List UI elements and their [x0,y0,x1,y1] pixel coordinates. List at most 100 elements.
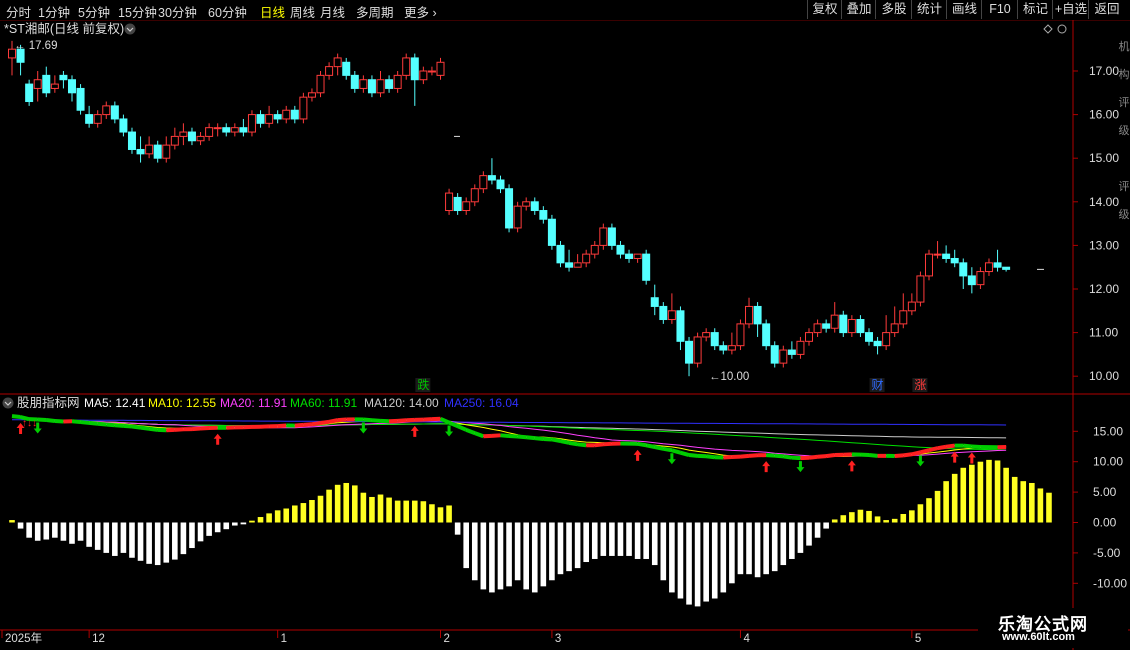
period-tab-5[interactable]: 60分钟 [208,2,247,21]
toolbar-button-4[interactable]: 画线 [946,0,982,19]
candle-body [942,253,951,259]
trend-segment [551,437,561,443]
histogram-bar [334,484,341,523]
histogram-bar [926,498,932,523]
histogram-bar [189,522,195,549]
toolbar-button-3[interactable]: 统计 [911,0,947,19]
candle-body [196,135,205,142]
trend-segment [534,436,544,441]
toolbar-button-2[interactable]: 多股 [875,0,912,19]
candle-body [325,66,334,76]
candle-body [213,127,222,130]
candle-body [50,83,59,89]
histogram-bar [934,490,941,523]
candle-body [882,332,891,347]
period-tab-7[interactable]: 周线 [290,2,315,21]
ma-legend-undefined: MA20: 11.91 [220,396,287,410]
histogram-bar [34,522,41,541]
candle-body [342,61,351,76]
candle-body [230,127,239,133]
trend-segment [46,418,56,423]
histogram-bar [771,522,778,572]
candle-body [419,70,428,81]
sub-y-tick-label: 5.00 [1093,485,1117,499]
candle-body [179,131,188,137]
y-tick-label: 14.00 [1089,195,1119,209]
histogram-bar [951,473,958,523]
histogram-bar [1037,488,1044,523]
histogram-bar [943,481,949,523]
candle-body [479,175,488,190]
histogram-bar [326,489,332,523]
toolbar-button-0[interactable]: 复权 [807,0,842,19]
date-label: 2 [444,633,450,645]
candle-body [282,109,291,120]
histogram-bar [454,522,461,535]
period-tab-10[interactable]: 更多 › [404,2,437,21]
candles [8,40,1011,377]
candle-body [25,83,34,103]
period-tab-4[interactable]: 30分钟 [158,2,197,21]
period-tab-0[interactable]: 分时 [6,2,31,21]
toolbar-button-8[interactable]: 返回 [1088,0,1125,19]
ma-legend-undefined: MA5: 12.41 [84,396,146,410]
period-tab-6[interactable]: 日线 [260,2,285,21]
histogram-bar [703,522,709,602]
candle-body [727,345,736,351]
trend-segment [397,418,407,423]
event-label: 跌 [417,377,429,392]
y-tick-label: 10.00 [1089,369,1119,383]
candle-body [565,262,574,268]
histogram-bar [17,522,24,529]
histogram-bar [1029,482,1035,523]
histogram-bar [300,503,307,523]
event-label: 涨 [914,377,926,392]
trend-segment [919,448,930,455]
histogram-bar [129,522,135,558]
trend-segment [903,452,913,458]
histogram-bar [849,512,855,523]
toolbar-button-5[interactable]: F10 [981,0,1018,19]
histogram-bar [52,522,58,538]
histogram-bar [789,522,795,559]
circle-icon [1057,24,1067,34]
ma-legend-undefined: MA10: 12.55 [148,396,216,410]
date-label: 5 [915,633,921,645]
period-tab-1[interactable]: 1分钟 [38,2,70,21]
candle-body [599,227,608,246]
sub-y-tick-label: 15.00 [1093,424,1123,438]
trend-segment [148,426,158,432]
trend-segment [568,440,578,447]
buy-arrow-icon [967,452,976,464]
candle-body [607,227,616,246]
date-label: 4 [743,633,750,645]
candle-body [650,297,659,307]
period-tab-3[interactable]: 15分钟 [118,2,157,21]
trend-segment [88,420,98,426]
histogram-bar [386,497,392,523]
candle-body [933,253,942,256]
period-tab-9[interactable]: 多周期 [356,2,394,21]
period-tab-2[interactable]: 5分钟 [78,2,110,21]
trend-segment [945,443,955,449]
histogram-bar [669,522,675,593]
period-tab-8[interactable]: 月线 [320,2,345,21]
indicator-dropdown-icon [2,397,14,409]
candle-body [805,332,814,342]
y-tick-label: 17.00 [1089,64,1119,78]
histogram [9,459,1052,607]
histogram-bar [446,505,452,523]
toolbar-button-6[interactable]: 标记 [1017,0,1053,19]
trend-segment [71,419,81,425]
trend-segment [774,453,784,459]
candle-body [102,105,111,116]
candle-body [470,188,479,203]
candle-body [205,127,214,137]
toolbar-button-7[interactable]: +自选 [1052,0,1089,19]
toolbar-button-1[interactable]: 叠加 [841,0,876,19]
histogram-bar [352,485,358,523]
sub-y-tick-label: -5.00 [1093,546,1121,560]
histogram-bar [489,522,495,593]
low-price-label: ←10.00 [709,371,749,383]
histogram-bar [540,522,547,587]
